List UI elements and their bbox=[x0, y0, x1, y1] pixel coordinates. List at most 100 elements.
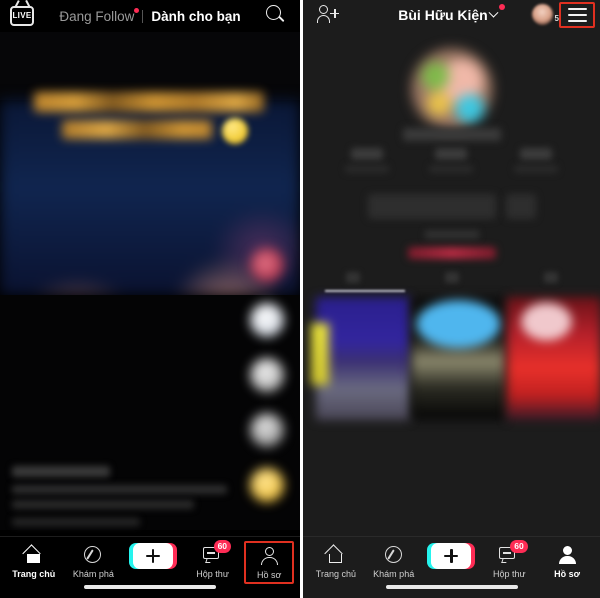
video-author-name bbox=[12, 466, 110, 477]
profile-stat-label bbox=[429, 165, 474, 173]
header-account-avatar[interactable] bbox=[532, 4, 553, 25]
creator-avatar-icon[interactable] bbox=[250, 248, 284, 282]
plus-horizontal-stroke bbox=[145, 554, 160, 558]
nav-item-kham-pha[interactable]: Khám phá bbox=[366, 545, 422, 579]
home-icon bbox=[324, 544, 346, 565]
edit-profile-button[interactable] bbox=[367, 194, 496, 219]
inbox-icon-tail bbox=[204, 558, 212, 563]
person-icon-head bbox=[562, 546, 572, 555]
hamburger-line bbox=[567, 19, 587, 23]
hamburger-line bbox=[567, 13, 587, 17]
nav-item-kham-pha-label: Khám phá bbox=[373, 569, 415, 579]
heart-icon[interactable] bbox=[250, 303, 284, 337]
profile-username bbox=[402, 128, 501, 141]
profile-tab-liked[interactable] bbox=[543, 272, 558, 283]
home-icon-walls bbox=[329, 554, 343, 563]
plus-horizontal-stroke bbox=[444, 554, 459, 558]
feed-tabs: Đang Follow Dành cho bạn bbox=[0, 0, 300, 32]
nav-item-trang-chu-label: Trang chủ bbox=[12, 569, 56, 579]
profile-stat-likes[interactable] bbox=[513, 148, 558, 173]
bottom-navigation-bar-right: Trang chủ Khám phá 60 Hộp thư Hồ sơ bbox=[303, 536, 600, 598]
home-indicator bbox=[385, 585, 518, 589]
video-thumbnail[interactable] bbox=[411, 297, 506, 420]
person-icon bbox=[259, 546, 279, 566]
nav-item-trang-chu-label: Trang chủ bbox=[315, 569, 356, 579]
music-disc-icon[interactable] bbox=[250, 468, 284, 502]
compass-icon-ring bbox=[84, 546, 102, 563]
search-icon[interactable] bbox=[266, 5, 288, 27]
profile-stat-label bbox=[513, 165, 558, 173]
person-icon-body bbox=[558, 556, 576, 564]
hamburger-line bbox=[567, 7, 587, 11]
profile-avatar[interactable] bbox=[410, 48, 493, 130]
profile-tab-private[interactable] bbox=[444, 272, 459, 283]
bottom-navigation-bar-left: Trang chủ Khám phá 60 Hộp thư Hồ sơ bbox=[0, 536, 300, 598]
inbox-icon-tail bbox=[501, 558, 509, 563]
profile-tab-underline bbox=[325, 290, 405, 292]
add-friends-shortcut-button[interactable] bbox=[505, 194, 536, 219]
comment-icon[interactable] bbox=[250, 358, 284, 392]
video-thumbnail[interactable] bbox=[311, 297, 410, 420]
profile-stat-following[interactable] bbox=[345, 148, 390, 173]
nav-item-hop-thu-label: Hộp thư bbox=[196, 569, 229, 579]
person-icon bbox=[557, 545, 577, 565]
profile-tab-videos[interactable] bbox=[345, 272, 360, 283]
home-indicator bbox=[84, 585, 216, 589]
profile-link[interactable] bbox=[407, 247, 496, 259]
create-plus-icon[interactable] bbox=[128, 543, 177, 569]
nav-item-kham-pha[interactable]: Khám phá bbox=[65, 545, 121, 579]
feed-header: LIVE Đang Follow Dành cho bạn bbox=[0, 0, 300, 32]
share-icon[interactable] bbox=[250, 413, 284, 447]
profile-action-row bbox=[303, 194, 600, 219]
video-thumbnail[interactable] bbox=[507, 297, 600, 420]
create-plus-icon[interactable] bbox=[427, 543, 476, 569]
inbox-badge-count: 60 bbox=[510, 540, 528, 553]
video-overlay-text-line-2 bbox=[62, 120, 212, 139]
live-icon-antenna bbox=[15, 1, 29, 8]
nav-item-hop-thu[interactable]: 60 Hộp thư bbox=[185, 540, 241, 579]
profile-video-grid bbox=[311, 297, 600, 420]
tab-danh-cho-ban[interactable]: Dành cho bạn bbox=[151, 9, 240, 24]
profile-stat-followers[interactable] bbox=[429, 148, 474, 173]
profile-stat-value bbox=[435, 148, 468, 160]
video-action-rail bbox=[242, 248, 292, 502]
video-caption-block bbox=[12, 466, 244, 526]
tab-dang-follow-label: Đang Follow bbox=[59, 8, 135, 24]
home-icon-walls bbox=[27, 554, 41, 563]
feed-screen: LIVE Đang Follow Dành cho bạn Trang chủ … bbox=[0, 0, 300, 598]
nav-item-ho-so-label: Hồ sơ bbox=[554, 569, 581, 579]
nav-item-ho-so[interactable]: Hồ sơ bbox=[244, 541, 295, 584]
nav-item-kham-pha-label: Khám phá bbox=[72, 569, 114, 579]
chevron-down-icon bbox=[488, 7, 499, 18]
person-icon-head bbox=[264, 547, 274, 556]
profile-notification-dot bbox=[498, 4, 505, 10]
video-overlay-emoji bbox=[222, 118, 248, 144]
hamburger-menu-icon[interactable] bbox=[559, 2, 595, 28]
dual-screenshot-container: LIVE Đang Follow Dành cho bạn Trang chủ … bbox=[0, 0, 600, 598]
profile-bio bbox=[424, 230, 479, 239]
search-icon-handle bbox=[278, 15, 285, 22]
nav-item-create-wrapper bbox=[423, 543, 479, 569]
nav-item-hop-thu[interactable]: 60 Hộp thư bbox=[481, 540, 537, 579]
nav-item-trang-chu[interactable]: Trang chủ bbox=[308, 544, 364, 579]
profile-name-label: Bùi Hữu Kiện bbox=[398, 7, 488, 23]
bottom-nav-row: Trang chủ Khám phá 60 Hộp thư Hồ sơ bbox=[0, 537, 300, 584]
nav-item-ho-so[interactable]: Hồ sơ bbox=[539, 545, 595, 579]
profile-stat-label bbox=[345, 165, 390, 173]
profile-stat-value bbox=[351, 148, 384, 160]
inbox-badge-count: 60 bbox=[213, 540, 232, 553]
profile-screen: Bùi Hữu Kiện 5 Trang chủ Khám phá 60 Hộp… bbox=[300, 0, 600, 598]
nav-item-hop-thu-label: Hộp thư bbox=[493, 569, 526, 579]
compass-icon bbox=[384, 545, 404, 565]
profile-stats-row bbox=[325, 148, 578, 173]
tab-notification-dot bbox=[134, 7, 140, 13]
video-music-label bbox=[12, 518, 140, 526]
tab-dang-follow[interactable]: Đang Follow bbox=[59, 7, 140, 24]
live-tv-icon[interactable]: LIVE bbox=[10, 6, 34, 26]
nav-item-create-wrapper bbox=[125, 543, 181, 569]
inbox-icon: 60 bbox=[202, 540, 232, 565]
profile-header: Bùi Hữu Kiện 5 bbox=[303, 0, 600, 30]
video-overlay-text-line-1 bbox=[34, 92, 264, 112]
compass-icon bbox=[83, 545, 103, 565]
nav-item-trang-chu[interactable]: Trang chủ bbox=[6, 544, 62, 579]
